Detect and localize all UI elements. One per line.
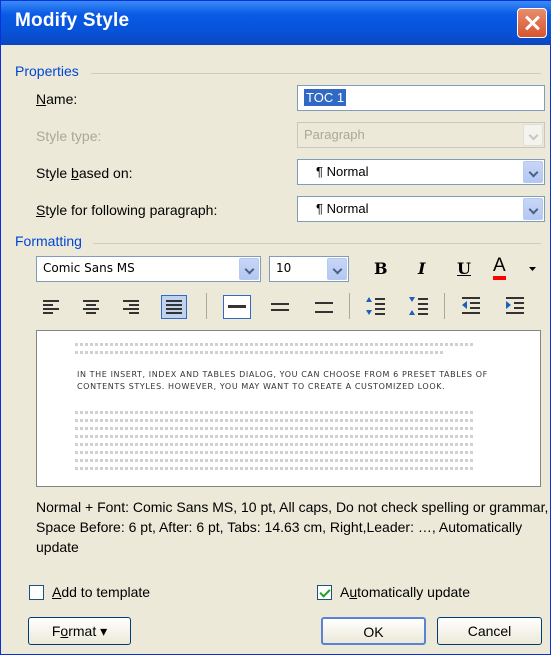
decrease-indent-icon[interactable] <box>460 295 482 317</box>
formatting-section-title: Formatting <box>15 233 82 249</box>
align-right-icon[interactable] <box>121 299 141 315</box>
style-type-select: Paragraph <box>297 122 545 148</box>
font-size-value: 10 <box>276 261 292 275</box>
previous-paragraph-line <box>75 343 475 346</box>
style-description: Normal + Font: Comic Sans MS, 10 pt, All… <box>36 499 549 555</box>
following-paragraph-line <box>75 443 475 446</box>
increase-indent-icon[interactable] <box>504 295 526 317</box>
toolbar-divider <box>206 293 207 319</box>
following-paragraph-line <box>75 451 475 454</box>
font-size-select[interactable]: 10 <box>269 256 349 282</box>
based-on-label: Style based on: <box>36 165 133 181</box>
following-paragraph-line <box>75 435 475 438</box>
justify-icon <box>166 300 182 314</box>
dialog-title: Modify Style <box>15 10 130 31</box>
checkmark-icon <box>319 586 331 598</box>
ok-button[interactable]: OK <box>321 617 426 645</box>
name-value: TOC 1 <box>304 89 347 106</box>
font-color-button[interactable]: A <box>493 256 506 280</box>
style-type-value: Paragraph <box>304 127 365 142</box>
previous-paragraph-line <box>75 351 445 354</box>
preview-sample-text: IN THE INSERT, INDEX AND TABLES DIALOG, … <box>77 370 488 391</box>
modify-style-dialog: Modify Style Properties Name: TOC 1 Styl… <box>0 0 551 655</box>
automatically-update-checkbox[interactable] <box>317 585 332 600</box>
space-before-icon[interactable] <box>365 295 387 317</box>
style-preview: IN THE INSERT, INDEX AND TABLES DIALOG, … <box>36 330 541 487</box>
font-select[interactable]: Comic Sans MS <box>36 256 261 282</box>
font-color-dropdown-icon[interactable] <box>529 267 537 273</box>
name-field[interactable]: TOC 1 <box>297 85 545 111</box>
double-spacing-icon[interactable] <box>313 299 335 315</box>
align-center-icon[interactable] <box>81 299 101 315</box>
chevron-down-icon[interactable] <box>327 258 347 280</box>
cancel-button[interactable]: Cancel <box>437 617 542 645</box>
following-paragraph-line <box>75 411 475 414</box>
single-spacing-icon <box>228 305 246 308</box>
chevron-down-icon[interactable] <box>239 258 259 280</box>
toolbar-divider <box>349 293 350 319</box>
space-after-icon[interactable] <box>408 295 430 317</box>
based-on-value: ¶ Normal <box>316 164 369 179</box>
chevron-down-icon[interactable] <box>523 198 543 220</box>
toolbar-divider <box>444 293 445 319</box>
style-type-label: Style type: <box>36 128 102 144</box>
based-on-select[interactable]: ¶ Normal <box>297 159 545 185</box>
title-bar[interactable]: Modify Style <box>1 1 551 45</box>
chevron-down-icon[interactable] <box>523 161 543 183</box>
name-label: Name: <box>36 91 78 107</box>
automatically-update-label[interactable]: Automatically update <box>340 584 470 600</box>
formatting-divider <box>93 243 541 244</box>
following-select[interactable]: ¶ Normal <box>297 196 545 222</box>
underline-button[interactable]: U <box>457 259 471 278</box>
following-value: ¶ Normal <box>316 201 369 216</box>
chevron-down-icon <box>523 124 543 146</box>
following-paragraph-line <box>75 459 475 462</box>
properties-divider <box>91 73 541 74</box>
following-label: Style for following paragraph: <box>36 202 218 218</box>
italic-button[interactable]: I <box>418 259 425 278</box>
properties-section-title: Properties <box>15 63 79 79</box>
following-paragraph-line <box>75 427 475 430</box>
bold-button[interactable]: B <box>374 259 388 278</box>
close-button[interactable] <box>517 8 547 38</box>
following-paragraph-line <box>75 467 475 470</box>
single-spacing-button[interactable] <box>223 295 251 319</box>
font-value: Comic Sans MS <box>43 261 135 275</box>
add-to-template-checkbox[interactable] <box>29 585 44 600</box>
following-paragraph-line <box>75 419 475 422</box>
format-button[interactable]: Format ▾ <box>28 617 131 645</box>
align-left-icon[interactable] <box>41 299 61 315</box>
one-half-spacing-icon[interactable] <box>269 299 291 315</box>
add-to-template-label[interactable]: Add to template <box>52 584 150 600</box>
justify-button[interactable] <box>161 295 187 319</box>
